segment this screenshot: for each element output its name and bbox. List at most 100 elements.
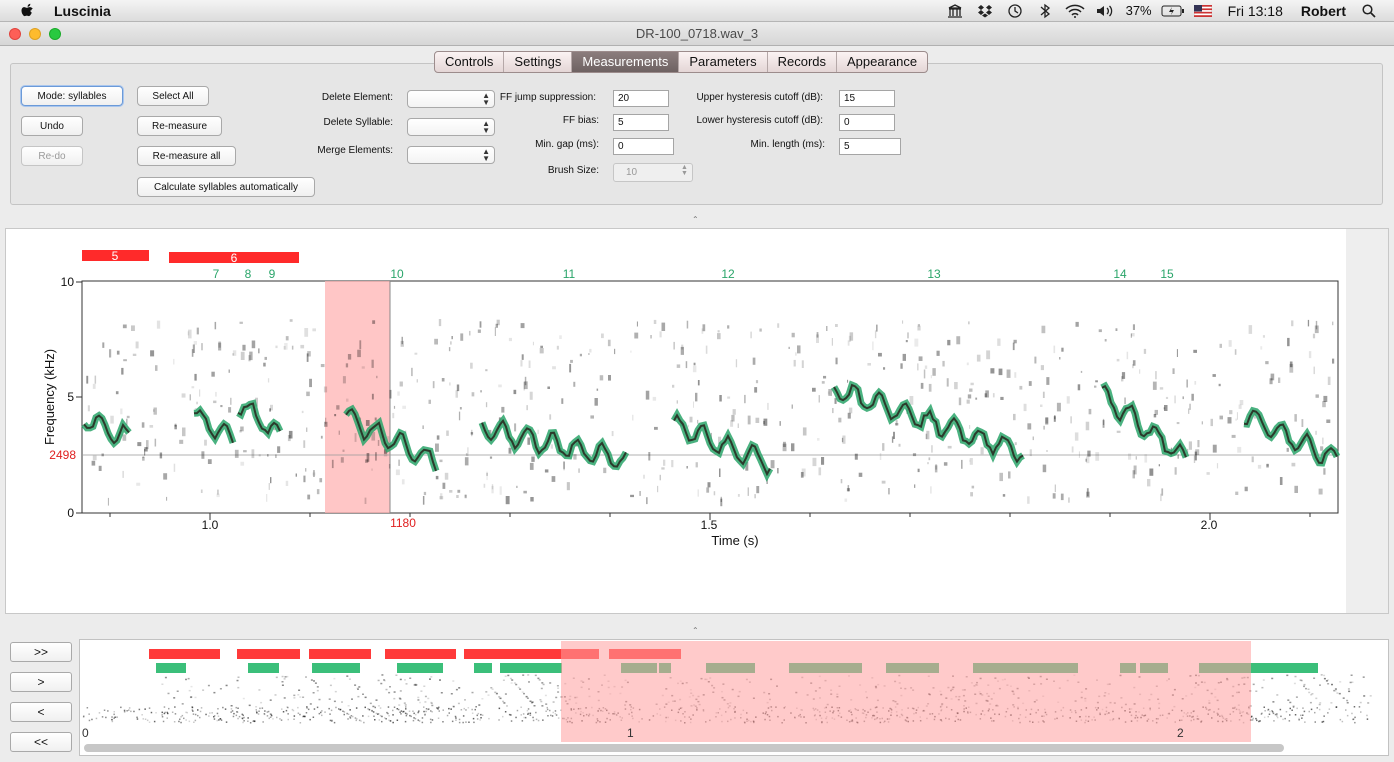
overview-speck <box>496 692 498 695</box>
overview-speck <box>546 708 549 711</box>
element-label[interactable]: 11 <box>563 267 576 281</box>
calculate-syllables-button[interactable]: Calculate syllables automatically <box>137 177 315 197</box>
vertical-scrollbar[interactable] <box>1346 229 1388 613</box>
noise-speck <box>727 396 731 399</box>
noise-speck <box>460 333 464 341</box>
overview-speck <box>413 717 415 719</box>
overview-element-bar[interactable] <box>156 663 186 673</box>
ff-bias-field[interactable]: 5 <box>613 114 669 131</box>
select-all-button[interactable]: Select All <box>137 86 209 106</box>
overview-speck <box>381 720 383 723</box>
noise-speck <box>1014 442 1017 446</box>
split-handle-icon[interactable]: ⌃ <box>692 626 699 635</box>
overview-element-bar[interactable] <box>312 663 360 673</box>
overview-syllable-bar[interactable] <box>385 649 456 659</box>
title-bar[interactable]: DR-100_0718.wav_3 <box>0 22 1394 46</box>
bluetooth-icon[interactable] <box>1030 0 1060 22</box>
tab-parameters[interactable]: Parameters <box>679 52 768 72</box>
noise-speck <box>737 494 740 497</box>
overview-speck <box>360 720 362 722</box>
time-machine-icon[interactable] <box>1000 0 1030 22</box>
jump-back-button[interactable]: << <box>10 732 72 752</box>
spectrogram-svg[interactable]: 5 6 7 8 9 10 11 12 13 14 15 10 5 0 2498 … <box>6 229 1346 613</box>
noise-speck <box>323 386 328 393</box>
noise-speck <box>802 427 807 436</box>
flag-icon[interactable] <box>1188 0 1218 22</box>
overview-element-bar[interactable] <box>248 663 279 673</box>
mode-syllables-button[interactable]: Mode: syllables <box>21 86 123 106</box>
app-name[interactable]: Luscinia <box>54 3 111 19</box>
overview-speck <box>1276 716 1279 719</box>
remeasure-button[interactable]: Re-measure <box>137 116 222 136</box>
element-label[interactable]: 10 <box>390 267 404 281</box>
step-back-button[interactable]: < <box>10 702 72 722</box>
element-label[interactable]: 8 <box>245 267 252 281</box>
spectrogram-panel[interactable]: 5 6 7 8 9 10 11 12 13 14 15 10 5 0 2498 … <box>5 228 1389 614</box>
apple-icon[interactable] <box>20 3 36 19</box>
tab-measurements[interactable]: Measurements <box>572 52 680 72</box>
upper-hysteresis-field[interactable]: 15 <box>839 90 895 107</box>
battery-icon[interactable] <box>1158 0 1188 22</box>
redo-button[interactable]: Re-do <box>21 146 83 166</box>
volume-icon[interactable] <box>1090 0 1120 22</box>
noise-speck <box>549 414 552 420</box>
overview-syllable-bar[interactable] <box>237 649 300 659</box>
tab-records[interactable]: Records <box>768 52 838 72</box>
delete-syllable-select[interactable]: ▲ ▼ <box>407 118 495 136</box>
element-label[interactable]: 7 <box>213 267 220 281</box>
clock[interactable]: Fri 13:18 <box>1218 3 1291 19</box>
overview-syllable-bar[interactable] <box>149 649 220 659</box>
noise-speck <box>578 468 580 473</box>
element-label[interactable]: 14 <box>1113 267 1127 281</box>
horizontal-scrollbar[interactable] <box>84 744 1284 752</box>
min-gap-field[interactable]: 0 <box>613 138 674 155</box>
overview-svg[interactable]: 0 1 2 <box>80 640 1388 755</box>
ff-jump-field[interactable]: 20 <box>613 90 669 107</box>
dropbox-icon[interactable] <box>970 0 1000 22</box>
element-label[interactable]: 15 <box>1160 267 1174 281</box>
noise-speck <box>1080 370 1083 373</box>
min-length-field[interactable]: 5 <box>839 138 901 155</box>
ff-jump-label: FF jump suppression: <box>499 92 596 103</box>
noise-speck <box>267 454 269 457</box>
element-label[interactable]: 12 <box>721 267 735 281</box>
overview-speck <box>1341 720 1344 723</box>
tab-settings[interactable]: Settings <box>504 52 573 72</box>
noise-speck <box>471 392 475 397</box>
overview-element-bar[interactable] <box>397 663 443 673</box>
element-label[interactable]: 9 <box>269 267 276 281</box>
overview-speck <box>190 685 193 688</box>
noise-speck <box>457 489 461 493</box>
overview-speck <box>174 706 176 708</box>
noise-speck <box>997 338 1001 346</box>
undo-button[interactable]: Undo <box>21 116 83 136</box>
user-name[interactable]: Robert <box>1291 3 1354 19</box>
delete-element-select[interactable]: ▲ ▼ <box>407 90 495 108</box>
noise-speck <box>365 420 370 426</box>
visible-window-highlight[interactable] <box>561 641 1251 742</box>
split-handle-icon[interactable]: ⌃ <box>692 215 699 224</box>
overview-syllable-bar[interactable] <box>309 649 371 659</box>
merge-elements-select[interactable]: ▲ ▼ <box>407 146 495 164</box>
overview-speck <box>1346 702 1349 704</box>
element-label[interactable]: 13 <box>927 267 941 281</box>
tab-controls[interactable]: Controls <box>435 52 505 72</box>
noise-speck <box>986 350 991 360</box>
overview-speck <box>347 713 350 715</box>
selection-highlight[interactable] <box>325 281 390 513</box>
jump-forward-button[interactable]: >> <box>10 642 72 662</box>
overview-speck <box>179 718 181 720</box>
overview-speck <box>141 714 143 716</box>
search-icon[interactable] <box>1354 0 1384 22</box>
tab-appearance[interactable]: Appearance <box>837 52 927 72</box>
remeasure-all-button[interactable]: Re-measure all <box>137 146 236 166</box>
wifi-icon[interactable] <box>1060 0 1090 22</box>
overview-panel[interactable]: 0 1 2 <box>79 639 1389 756</box>
overview-speck <box>524 716 527 719</box>
lower-hysteresis-field[interactable]: 0 <box>839 114 895 131</box>
building-icon[interactable] <box>940 0 970 22</box>
overview-element-bar[interactable] <box>500 663 562 673</box>
noise-speck <box>464 457 469 466</box>
overview-element-bar[interactable] <box>474 663 492 673</box>
step-forward-button[interactable]: > <box>10 672 72 692</box>
